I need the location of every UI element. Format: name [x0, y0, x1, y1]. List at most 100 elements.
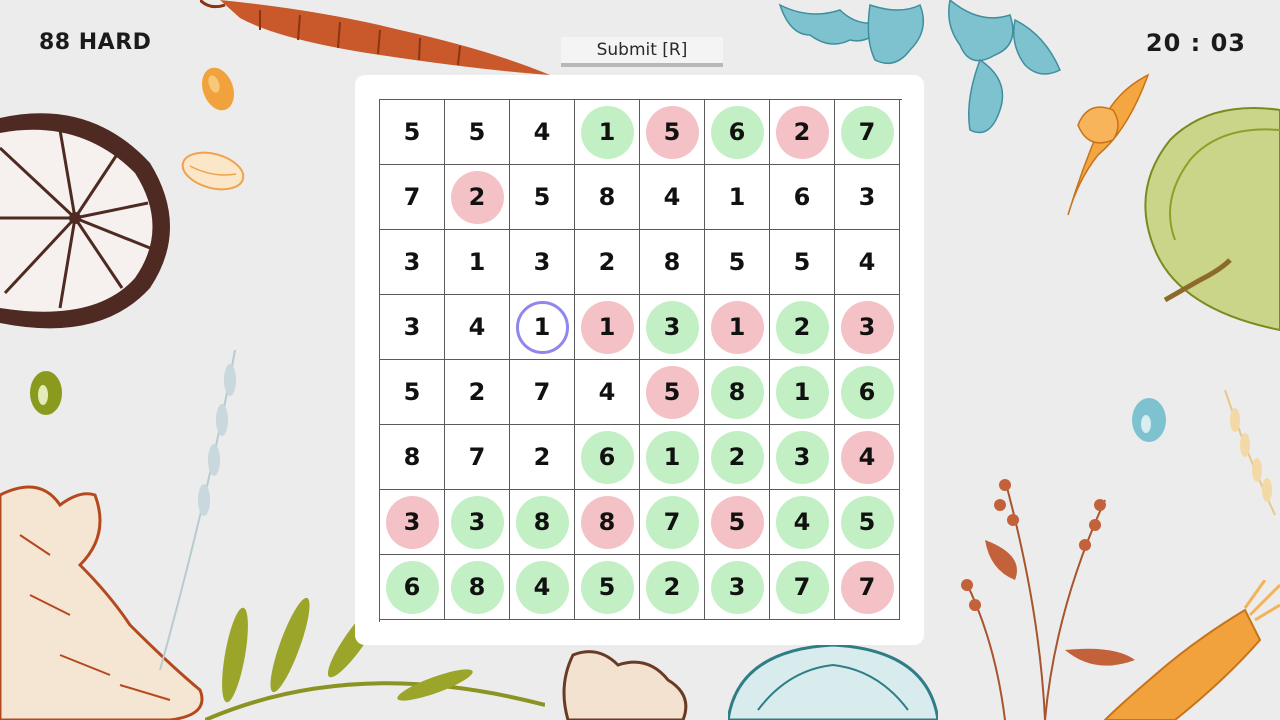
grid-cell[interactable]: 6 [770, 165, 835, 230]
grid-cell[interactable]: 3 [380, 230, 445, 295]
grid-cell[interactable]: 4 [445, 295, 510, 360]
cell-number: 6 [793, 183, 811, 211]
cell-number: 7 [403, 183, 421, 211]
cell-number: 8 [450, 560, 504, 614]
cell-number: 3 [840, 300, 894, 354]
cell-number: 3 [858, 183, 876, 211]
ginger-root-illustration [0, 485, 204, 720]
grid-cell[interactable]: 1 [575, 295, 640, 360]
grid-cell[interactable]: 6 [835, 360, 900, 425]
grid-cell[interactable]: 4 [510, 555, 575, 620]
cell-number: 2 [450, 170, 504, 224]
grid-cell[interactable]: 8 [510, 490, 575, 555]
cell-number: 1 [468, 248, 486, 276]
grid-cell[interactable]: 1 [510, 295, 575, 360]
grid-cell[interactable]: 3 [835, 165, 900, 230]
orange-half-illustration [0, 113, 170, 329]
grid-cell[interactable]: 3 [380, 490, 445, 555]
grid-cell[interactable]: 8 [575, 490, 640, 555]
grid-cell[interactable]: 2 [445, 165, 510, 230]
grid-cell[interactable]: 4 [770, 490, 835, 555]
cell-number: 7 [533, 378, 551, 406]
level-difficulty-label: 88 HARD [39, 30, 152, 55]
cell-number: 3 [385, 495, 439, 549]
cell-number: 7 [840, 105, 894, 159]
grid-cell[interactable]: 1 [445, 230, 510, 295]
apple-illustration [1144, 107, 1280, 332]
grid-cell[interactable]: 5 [640, 360, 705, 425]
grid-cell[interactable]: 2 [770, 295, 835, 360]
grid-cell[interactable]: 1 [640, 425, 705, 490]
grid-cell[interactable]: 6 [575, 425, 640, 490]
grid-cell[interactable]: 2 [445, 360, 510, 425]
grid-cell[interactable]: 2 [640, 555, 705, 620]
cell-number: 5 [728, 248, 746, 276]
grid-cell[interactable]: 8 [575, 165, 640, 230]
grid-cell[interactable]: 7 [510, 360, 575, 425]
cell-number: 6 [385, 560, 439, 614]
cell-number: 2 [468, 378, 486, 406]
grid-cell[interactable]: 8 [445, 555, 510, 620]
cell-number: 5 [710, 495, 764, 549]
grid-cell[interactable]: 8 [705, 360, 770, 425]
grid-cell[interactable]: 2 [575, 230, 640, 295]
bean-illustration [1132, 398, 1166, 442]
grid-cell[interactable]: 5 [705, 230, 770, 295]
cell-number: 5 [793, 248, 811, 276]
grid-cell[interactable]: 2 [705, 425, 770, 490]
cell-number: 6 [710, 105, 764, 159]
grid-cell[interactable]: 1 [575, 100, 640, 165]
grid-cell[interactable]: 7 [835, 100, 900, 165]
grid-cell[interactable]: 2 [770, 100, 835, 165]
grid-cell[interactable]: 1 [705, 295, 770, 360]
grid-cell[interactable]: 7 [835, 555, 900, 620]
grid-cell[interactable]: 3 [640, 295, 705, 360]
grid-cell[interactable]: 5 [575, 555, 640, 620]
cell-number: 5 [840, 495, 894, 549]
bean-illustration [181, 151, 245, 191]
cell-number: 7 [468, 443, 486, 471]
grid-cell[interactable]: 6 [380, 555, 445, 620]
cell-number: 7 [645, 495, 699, 549]
grid-cell[interactable]: 4 [510, 100, 575, 165]
grid-cell[interactable]: 3 [770, 425, 835, 490]
grid-cell[interactable]: 1 [770, 360, 835, 425]
grid-cell[interactable]: 3 [445, 490, 510, 555]
grid-cell[interactable]: 8 [640, 230, 705, 295]
cell-number: 3 [775, 430, 829, 484]
grid-cell[interactable]: 3 [835, 295, 900, 360]
grid-cell[interactable]: 7 [380, 165, 445, 230]
grid-cell[interactable]: 5 [705, 490, 770, 555]
cell-number: 3 [645, 300, 699, 354]
grid-cell[interactable]: 4 [640, 165, 705, 230]
cell-number: 4 [840, 430, 894, 484]
cell-number: 2 [710, 430, 764, 484]
grid-cell[interactable]: 4 [835, 230, 900, 295]
grid-cell[interactable]: 1 [705, 165, 770, 230]
grid-cell[interactable]: 7 [445, 425, 510, 490]
grid-cell[interactable]: 5 [510, 165, 575, 230]
grid-cell[interactable]: 7 [770, 555, 835, 620]
grid-cell[interactable]: 5 [770, 230, 835, 295]
grid-cell[interactable]: 4 [835, 425, 900, 490]
grid-cell[interactable]: 5 [380, 100, 445, 165]
grid-cell[interactable]: 8 [380, 425, 445, 490]
cell-number: 5 [403, 378, 421, 406]
grid-cell[interactable]: 5 [445, 100, 510, 165]
grid-cell[interactable]: 7 [640, 490, 705, 555]
grid-cell[interactable]: 3 [380, 295, 445, 360]
grid-cell[interactable]: 2 [510, 425, 575, 490]
teal-apple-illustration [728, 643, 938, 720]
grid-cell[interactable]: 5 [835, 490, 900, 555]
grid-cell[interactable]: 5 [640, 100, 705, 165]
grid-cell[interactable]: 4 [575, 360, 640, 425]
grid-cell[interactable]: 3 [705, 555, 770, 620]
cell-number: 4 [858, 248, 876, 276]
grid-cell[interactable]: 6 [705, 100, 770, 165]
grid-cell[interactable]: 3 [510, 230, 575, 295]
cell-number: 1 [775, 365, 829, 419]
cell-number: 5 [580, 560, 634, 614]
chili-pepper-illustration [1067, 73, 1150, 216]
grid-cell[interactable]: 5 [380, 360, 445, 425]
submit-button[interactable]: Submit [R] [561, 37, 723, 67]
